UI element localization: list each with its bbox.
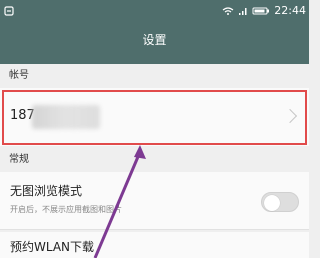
setting-title: 无图浏览模式: [10, 184, 83, 198]
setting-row-no-image-mode[interactable]: 无图浏览模式 开启后，不展示应用截图和图片: [0, 172, 309, 230]
partial-setting-title: 预约WLAN下载: [10, 240, 95, 254]
no-image-mode-toggle[interactable]: [261, 192, 299, 212]
page-title: 设置: [142, 33, 167, 47]
setting-subtitle: 开启后，不展示应用截图和图片: [10, 205, 122, 214]
chevron-right-icon: [282, 108, 298, 124]
status-bar: 22:44: [0, 0, 309, 16]
account-row[interactable]: 187: [0, 88, 309, 146]
section-label-account: 帐号: [9, 70, 29, 81]
title-bar: 设置: [0, 16, 309, 64]
status-time: 22:44: [274, 3, 306, 17]
blurred-account-mask: [32, 105, 100, 129]
section-label-general: 常规: [9, 154, 29, 165]
toggle-knob: [264, 195, 280, 211]
partial-setting-row[interactable]: 预约WLAN下载: [0, 232, 309, 258]
